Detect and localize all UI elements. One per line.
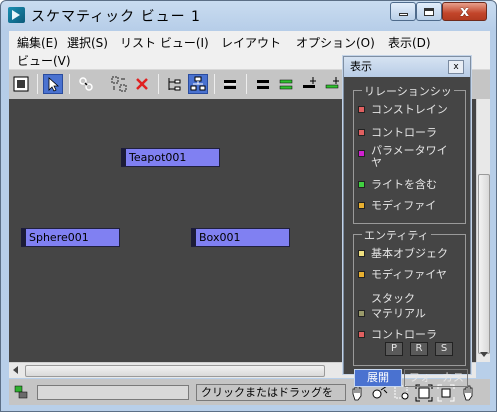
expand-tab[interactable]: 展開 <box>354 369 402 387</box>
select-arrow-icon <box>48 77 60 92</box>
close-icon: x <box>459 3 470 20</box>
menu-layout[interactable]: レイアウト <box>221 34 281 51</box>
always-arrange-button[interactable] <box>220 74 240 94</box>
menu-list-view[interactable]: リスト ビュー(I) <box>120 34 209 51</box>
toggle-modifiers-rel[interactable]: モディファイ <box>358 197 466 213</box>
toolbar-divider <box>37 74 38 94</box>
node-sphere001[interactable]: Sphere001 <box>21 228 120 247</box>
position-toggle-button[interactable]: P <box>385 342 403 356</box>
hierarchy-mode-button[interactable] <box>164 74 184 94</box>
rotation-toggle-button[interactable]: R <box>410 342 428 356</box>
status-input[interactable] <box>37 385 189 400</box>
always-arrange-icon <box>224 80 236 89</box>
schematic-view-window: スケマティック ビュー 1 x 編集(E) 選択(S) リスト ビュー(I) レ… <box>0 0 497 412</box>
label-param-wires: パラメータワイヤ <box>371 145 448 169</box>
swatch-modifiers-rel <box>358 201 365 209</box>
arrange-children-button[interactable] <box>253 74 273 94</box>
entities-group-label: エンティティ <box>362 227 431 243</box>
status-prompt: クリックまたはドラッグを <box>196 384 346 401</box>
display-floater-icon <box>13 76 29 92</box>
title-bar: スケマティック ビュー 1 x <box>1 1 496 29</box>
menu-view[interactable]: ビュー(V) <box>17 52 71 69</box>
menu-select[interactable]: 選択(S) <box>67 34 108 51</box>
free-selected-button[interactable] <box>322 74 342 94</box>
delete-button[interactable] <box>132 74 152 94</box>
scroll-down-icon[interactable] <box>480 352 488 357</box>
toggle-lights[interactable]: ライトを含む <box>358 176 466 192</box>
app-icon <box>8 7 25 23</box>
label-constraints: コンストレイン <box>371 103 448 116</box>
focus-tab[interactable]: フォーカス <box>404 369 468 387</box>
toolbar-divider <box>214 74 215 94</box>
swatch-base-objects <box>358 249 365 257</box>
panel-body: リレーションシッ コンストレイン コントローラ パラメータワイヤ ライトを含む <box>344 77 470 387</box>
menu-options[interactable]: オプション(O) <box>296 34 375 51</box>
toggle-constraints[interactable]: コンストレイン <box>358 101 466 117</box>
toolbar-divider <box>246 74 247 94</box>
stack-row: スタック <box>358 290 466 306</box>
vertical-scrollbar[interactable] <box>476 99 490 362</box>
toggle-controllers[interactable]: コントローラ <box>358 124 466 140</box>
label-base-objects: 基本オブジェク <box>371 247 448 260</box>
label-modifier-stack: モディファイヤ <box>371 268 447 281</box>
label-controllers-ent: コントローラ <box>371 328 437 341</box>
toggle-controllers-ent[interactable]: コントローラ <box>358 326 466 342</box>
relations-group-label: リレーションシッ <box>362 83 454 99</box>
free-all-button[interactable] <box>299 74 319 94</box>
display-floater-panel: 表示 x リレーションシッ コンストレイン コントローラ パラメータワイヤ ライ… <box>343 56 471 387</box>
toolbar-divider <box>69 74 70 94</box>
unlink-icon <box>111 76 127 92</box>
window-title: スケマティック ビュー 1 <box>31 9 201 25</box>
hierarchy-mode-icon <box>168 78 181 91</box>
swatch-lights <box>358 180 365 188</box>
swatch-modifier-stack <box>358 270 365 278</box>
toolbar-divider <box>158 74 159 94</box>
maximize-button[interactable] <box>416 2 442 21</box>
arrange-children-icon <box>257 80 269 89</box>
delete-icon <box>136 78 148 90</box>
connect-button[interactable] <box>76 74 96 94</box>
unlink-button[interactable] <box>109 74 129 94</box>
vertical-scroll-thumb[interactable] <box>478 174 490 354</box>
scale-toggle-button[interactable]: S <box>435 342 453 356</box>
free-selected-icon <box>325 77 339 89</box>
display-floater-button[interactable] <box>11 74 31 94</box>
references-mode-icon <box>190 76 206 91</box>
maximize-icon <box>424 7 434 16</box>
scroll-left-icon[interactable] <box>13 366 18 374</box>
swatch-controllers-ent <box>358 330 365 338</box>
menu-display[interactable]: 表示(D) <box>388 34 431 51</box>
swatch-controllers <box>358 128 365 136</box>
label-stack: スタック <box>371 292 415 305</box>
arrange-selected-button[interactable] <box>276 74 296 94</box>
menu-edit[interactable]: 編集(E) <box>17 34 58 51</box>
minimize-icon <box>398 13 408 16</box>
panel-close-button[interactable]: x <box>448 60 464 74</box>
close-button[interactable]: x <box>442 2 487 21</box>
swatch-materials <box>358 309 365 317</box>
label-lights: ライトを含む <box>371 178 437 191</box>
swatch-param-wires <box>358 150 365 157</box>
arrange-selected-icon <box>279 79 293 90</box>
free-all-icon <box>303 77 316 88</box>
references-mode-button[interactable] <box>188 74 208 94</box>
toggle-materials[interactable]: マテリアル <box>358 305 466 321</box>
node-box001[interactable]: Box001 <box>191 228 290 247</box>
label-controllers: コントローラ <box>371 126 437 139</box>
connect-icon <box>79 77 93 91</box>
label-materials: マテリアル <box>371 307 426 320</box>
horizontal-scroll-thumb[interactable] <box>25 365 325 377</box>
relations-group: リレーションシッ コンストレイン コントローラ パラメータワイヤ ライトを含む <box>353 83 466 224</box>
toggle-base-objects[interactable]: 基本オブジェク <box>358 245 466 261</box>
label-modifiers-rel: モディファイ <box>371 199 437 212</box>
toggle-param-wires[interactable]: パラメータワイヤ <box>358 145 466 169</box>
select-button[interactable] <box>43 74 63 94</box>
swatch-constraints <box>358 105 365 113</box>
toggle-modifier-stack[interactable]: モディファイヤ <box>358 266 466 282</box>
node-teapot001[interactable]: Teapot001 <box>121 148 220 167</box>
minimize-button[interactable] <box>390 2 416 21</box>
status-icon <box>14 385 28 399</box>
